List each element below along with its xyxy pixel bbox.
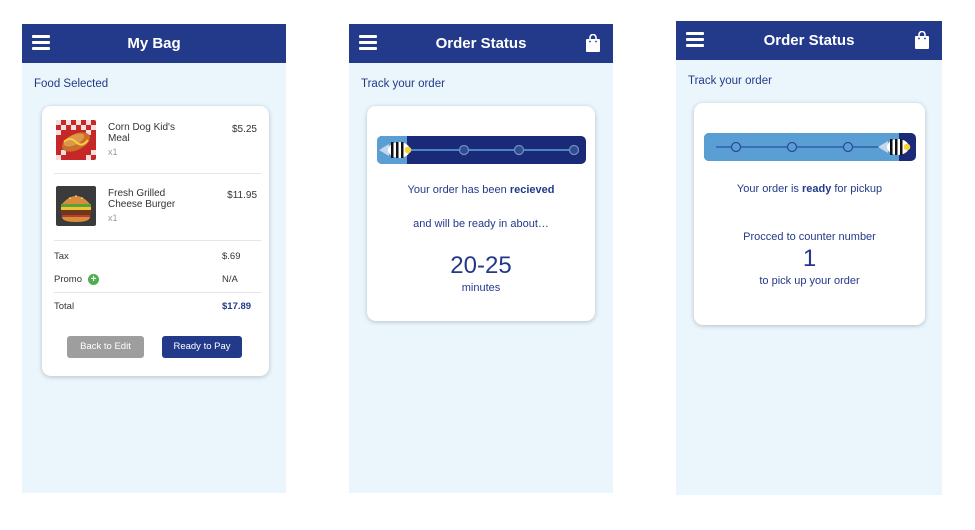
- page-title: Order Status: [435, 35, 527, 52]
- section-label: Track your order: [361, 78, 445, 90]
- total-value: $17.89: [222, 301, 252, 312]
- top-bar: Order Status: [349, 24, 613, 63]
- tax-row: Tax $.69: [54, 251, 257, 265]
- top-bar: Order Status: [676, 21, 942, 60]
- tax-value: $.69: [222, 251, 241, 262]
- promo-row: Promo + N/A: [54, 274, 257, 288]
- shopping-bag-icon[interactable]: [585, 34, 601, 52]
- order-progress-bar: [704, 133, 916, 161]
- status-message: Your order is ready for pickup: [694, 183, 925, 195]
- wait-time-unit: minutes: [461, 282, 501, 294]
- status-message: Your order has been recieved: [367, 184, 595, 196]
- order-status-ready-screen: Order Status Track your order Your order…: [676, 21, 942, 495]
- divider: [54, 173, 261, 174]
- my-bag-screen: My Bag Food Selected Corn Dog Kid's Meal…: [22, 24, 286, 493]
- page-title: Order Status: [763, 32, 855, 49]
- shopping-bag-icon[interactable]: [914, 31, 930, 49]
- status-bold: recieved: [509, 184, 555, 196]
- tax-label: Tax: [54, 251, 69, 262]
- ready-in-message: and will be ready in about…: [413, 218, 549, 230]
- order-status-received-screen: Order Status Track your order Your order…: [349, 24, 613, 493]
- total-row: Total $17.89: [54, 301, 257, 315]
- total-label: Total: [54, 301, 75, 312]
- order-status-card: Your order has been recieved and will be…: [367, 106, 595, 321]
- item-price: $11.95: [227, 190, 257, 201]
- promo-label: Promo: [54, 274, 82, 285]
- item-qty: x1: [108, 213, 118, 223]
- item-qty: x1: [108, 147, 118, 157]
- burger-image: [56, 186, 96, 226]
- order-progress-bar: [377, 136, 586, 164]
- top-bar: My Bag: [22, 24, 286, 63]
- divider: [54, 240, 261, 241]
- counter-number: 1: [802, 245, 817, 272]
- back-to-edit-button[interactable]: Back to Edit: [67, 336, 144, 358]
- plus-icon[interactable]: +: [88, 274, 99, 285]
- ready-to-pay-button[interactable]: Ready to Pay: [162, 336, 242, 358]
- section-label: Food Selected: [34, 78, 109, 90]
- status-prefix: Your order is: [736, 183, 802, 195]
- item-name: Fresh Grilled Cheese Burger: [108, 188, 176, 210]
- list-item[interactable]: Fresh Grilled Cheese Burger x1 $11.95: [42, 184, 269, 248]
- status-prefix: Your order has been: [407, 184, 510, 196]
- counter-label: Procced to counter number: [743, 231, 876, 243]
- wait-time: 20-25: [450, 252, 512, 279]
- corn-dog-image: [56, 120, 96, 160]
- section-label: Track your order: [688, 75, 772, 87]
- order-status-card: Your order is ready for pickup Procced t…: [694, 103, 925, 325]
- item-price: $5.25: [231, 124, 257, 135]
- page-title: My Bag: [127, 35, 181, 52]
- divider: [54, 292, 261, 293]
- item-name: Corn Dog Kid's Meal: [108, 122, 175, 144]
- status-bold: ready: [801, 183, 832, 195]
- bag-card: Corn Dog Kid's Meal x1 $5.25 Fresh Grill…: [42, 106, 269, 376]
- promo-value: N/A: [222, 274, 238, 285]
- status-suffix: for pickup: [831, 183, 883, 195]
- pickup-message: to pick up your order: [759, 275, 860, 287]
